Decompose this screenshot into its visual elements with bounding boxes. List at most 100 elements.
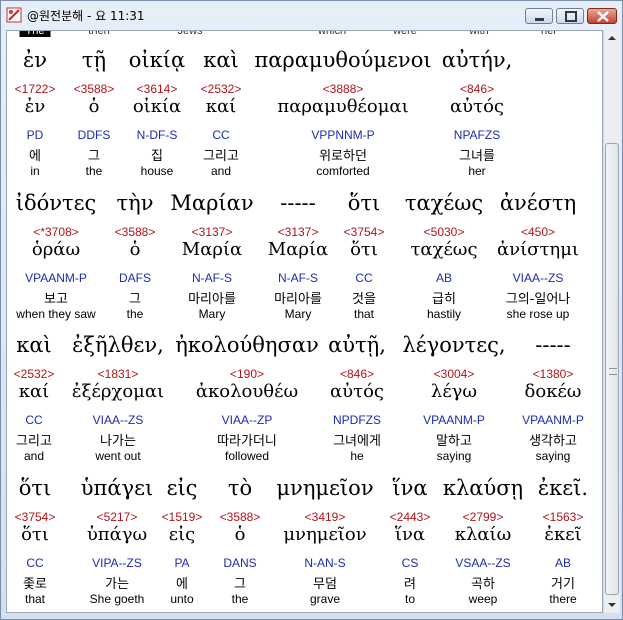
lemma-word[interactable]: οἰκία [133,96,181,117]
korean-gloss[interactable]: 급히 [432,288,456,307]
english-gloss[interactable]: house [141,164,174,178]
english-gloss[interactable]: hastily [427,307,461,321]
english-gloss[interactable]: that [25,592,45,606]
strong-number[interactable]: <3588> [115,225,156,239]
english-gloss[interactable]: grave [310,592,340,606]
strong-number[interactable]: <3588> [220,510,261,524]
strong-number[interactable]: <3754> [344,225,385,239]
parsing-code[interactable]: CC [25,413,42,427]
korean-gloss[interactable]: 집 [151,145,163,164]
lemma-word[interactable]: καί [206,96,236,117]
korean-gloss[interactable]: 그녀에게 [333,430,381,449]
korean-gloss[interactable]: 에 [176,573,188,592]
parsing-code[interactable]: NPDFZS [333,413,381,427]
english-gloss[interactable]: he [350,449,363,463]
english-gloss[interactable]: in [30,164,39,178]
korean-gloss[interactable]: 마리아를 [188,288,236,307]
greek-word[interactable]: ἵνα [392,476,427,500]
parsing-code[interactable]: CC [26,556,43,570]
korean-gloss[interactable]: 그리고 [16,430,52,449]
english-gloss[interactable]: followed [225,449,269,463]
lemma-word[interactable]: ὁ [235,524,246,545]
parsing-code[interactable]: N-AN-S [304,556,345,570]
parsing-code[interactable]: PD [27,128,44,142]
korean-gloss[interactable]: 말하고 [436,430,472,449]
parsing-code[interactable]: VPPNNM-P [311,128,374,142]
lemma-word[interactable]: ὅτι [350,239,378,260]
greek-word[interactable]: ταχέως [405,191,483,215]
strong-number[interactable]: <*3708> [33,225,78,239]
strong-number[interactable]: <3754> [15,510,56,524]
parsing-code[interactable]: VIAA--ZP [222,413,273,427]
vertical-scrollbar[interactable] [603,30,620,613]
parsing-code[interactable]: VIAA--ZS [513,271,564,285]
lemma-word[interactable]: ὁράω [32,239,80,260]
korean-gloss[interactable]: 보고 [44,288,68,307]
previous-english-word[interactable]: The [19,31,51,37]
greek-word[interactable]: ἰδόντες [16,191,97,215]
english-gloss[interactable]: her [468,164,485,178]
lemma-word[interactable]: ὅτι [21,524,49,545]
previous-english-word[interactable]: were [393,31,417,37]
english-gloss[interactable]: went out [95,449,140,463]
greek-word[interactable]: ----- [280,191,315,215]
lemma-word[interactable]: δοκέω [525,381,582,402]
lemma-word[interactable]: ἀκολουθέω [196,381,298,402]
greek-word[interactable]: κλαύσῃ [443,476,523,500]
lemma-word[interactable]: αὐτός [450,96,504,117]
lemma-word[interactable]: αὐτός [330,381,384,402]
greek-word[interactable]: αὐτῇ, [328,333,386,357]
english-gloss[interactable]: comforted [316,164,369,178]
english-gloss[interactable]: unto [170,592,193,606]
parsing-code[interactable]: DAFS [119,271,151,285]
strong-number[interactable]: <190> [230,367,264,381]
greek-word[interactable]: λέγοντες, [402,333,505,357]
lemma-word[interactable]: κλαίω [455,524,512,545]
greek-word[interactable]: οἰκίᾳ [129,48,185,72]
strong-number[interactable]: <1380> [533,367,574,381]
english-gloss[interactable]: Mary [199,307,226,321]
scrollbar-thumb[interactable] [605,143,619,595]
parsing-code[interactable]: VPAANM-P [25,271,87,285]
english-gloss[interactable]: and [211,164,231,178]
minimize-button[interactable] [525,8,553,24]
strong-number[interactable]: <3004> [434,367,475,381]
parsing-code[interactable]: CS [402,556,419,570]
korean-gloss[interactable]: 그 [234,573,246,592]
greek-word[interactable]: ----- [535,333,570,357]
english-gloss[interactable]: saying [437,449,472,463]
previous-english-word[interactable]: Jews [177,31,202,37]
strong-number[interactable]: <1563> [543,510,584,524]
korean-gloss[interactable]: 마리아를 [274,288,322,307]
lemma-word[interactable]: ταχέως [410,239,477,260]
english-gloss[interactable]: the [232,592,249,606]
english-gloss[interactable]: saying [536,449,571,463]
korean-gloss[interactable]: 그리고 [203,145,239,164]
strong-number[interactable]: <3614> [137,82,178,96]
greek-word[interactable]: παραμυθούμενοι [254,48,431,72]
korean-gloss[interactable]: 위로하던 [319,145,367,164]
parsing-code[interactable]: DDFS [78,128,111,142]
lemma-word[interactable]: ἐν [25,96,46,117]
parsing-code[interactable]: N-DF-S [137,128,178,142]
english-gloss[interactable]: Mary [285,307,312,321]
verse-content-pane[interactable]: The then Jews which were with her ἐν <1722> ἐν PD… [6,30,603,613]
greek-word[interactable]: τὴν [117,191,154,215]
korean-gloss[interactable]: 생각하고 [529,430,577,449]
parsing-code[interactable]: NPAFZS [454,128,500,142]
english-gloss[interactable]: and [24,449,44,463]
korean-gloss[interactable]: 에 [29,145,41,164]
previous-english-word[interactable]: her [541,31,557,37]
english-gloss[interactable]: the [127,307,144,321]
parsing-code[interactable]: VSAA--ZS [455,556,510,570]
korean-gloss[interactable]: 따라가더니 [217,430,277,449]
korean-gloss[interactable]: 그의-일어나 [506,288,571,307]
greek-word[interactable]: καὶ [203,48,239,72]
lemma-word[interactable]: ἵνα [395,524,425,545]
strong-number[interactable]: <846> [340,367,374,381]
strong-number[interactable]: <1722> [15,82,56,96]
greek-word[interactable]: ἠκολούθησαν [175,333,319,357]
english-gloss[interactable]: the [86,164,103,178]
korean-gloss[interactable]: 거기 [551,573,575,592]
greek-word[interactable]: μνημεῖον [276,476,373,500]
